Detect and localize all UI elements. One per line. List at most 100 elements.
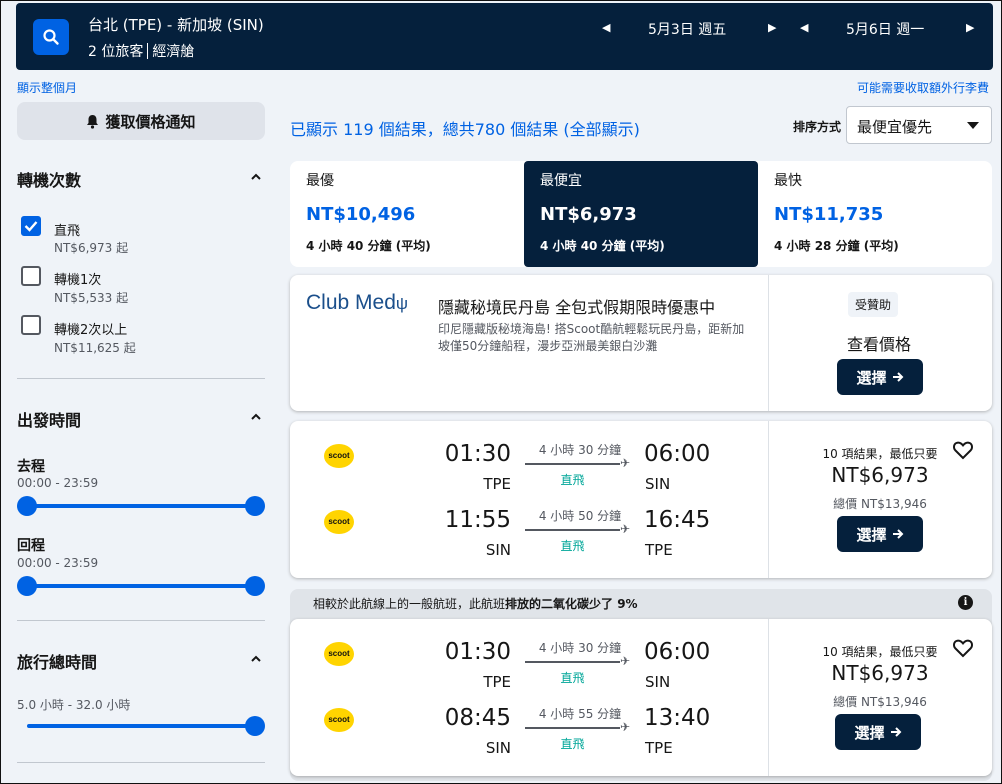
ad-select-button[interactable]: 選擇 [837, 359, 923, 395]
price-area: 10 項結果，最低只要 NT$6,973 總價 NT$13,946 選擇 [768, 619, 992, 776]
arrival-airport: SIN [645, 475, 671, 493]
check-icon [24, 221, 38, 232]
search-icon [43, 29, 59, 45]
outbound-leg: scoot 01:30 TPE 4 小時 30 分鐘 ✈ 直飛 06:00 SI… [290, 441, 768, 501]
divider [768, 275, 769, 411]
tab-label: 最快 [774, 173, 802, 189]
tab-label: 最便宜 [540, 173, 582, 189]
leg-duration: 4 小時 55 分鐘 [538, 707, 622, 721]
travellers-text: 2 位旅客 [88, 44, 144, 60]
stops-two-plus-checkbox[interactable] [21, 315, 41, 335]
select-label: 選擇 [854, 723, 885, 742]
sort-select[interactable]: 最便宜優先 [846, 106, 992, 144]
stops-option-price: NT$11,625 起 [54, 341, 136, 355]
duration-filter-title[interactable]: 旅行總時間 [17, 649, 97, 673]
info-icon[interactable]: i [958, 595, 973, 610]
select-label: 選擇 [856, 368, 887, 387]
separator [147, 43, 149, 59]
depart-next-icon[interactable]: ▶ [768, 21, 776, 34]
bell-icon [87, 114, 99, 129]
view-price-text: 查看價格 [847, 335, 912, 354]
price-alert-button[interactable]: 獲取價格通知 [17, 102, 265, 140]
tab-duration: 4 小時 28 分鐘 (平均) [774, 239, 899, 253]
arrival-airport: SIN [645, 673, 671, 691]
deals-count: 10 項結果，最低只要 [822, 645, 938, 659]
departure-time: 11:55 [444, 507, 511, 533]
sponsored-ad-card[interactable]: Club Medψ 隱藏秘境民丹島 全包式假期限時優惠中 印尼隱藏版秘境海島! … [290, 275, 992, 411]
leg-line [525, 463, 620, 465]
results-count-link[interactable]: 已顯示 119 個結果，總共780 個結果 (全部顯示) [290, 116, 640, 140]
ad-description: 印尼隱藏版秘境海島! 搭Scoot酷航輕鬆玩民丹島，距新加坡僅50分鐘船程，漫步… [438, 322, 745, 353]
eco-text-bold: 排放的二氧化碳少了 9% [505, 597, 638, 611]
show-month-link[interactable]: 顯示整個月 [17, 79, 77, 96]
tab-price: NT$11,735 [774, 204, 884, 225]
return-next-icon[interactable]: ▶ [966, 21, 974, 34]
return-date[interactable]: 5月6日 週一 [846, 19, 924, 39]
stops-filter-title[interactable]: 轉機次數 [17, 167, 81, 191]
tab-cheapest[interactable]: 最便宜 NT$6,973 4 小時 40 分鐘 (平均) [524, 161, 758, 267]
leg-duration: 4 小時 50 分鐘 [538, 509, 622, 523]
bag-fees-link[interactable]: 可能需要收取額外行李費 [857, 79, 989, 96]
outbound-slider-track[interactable] [27, 504, 255, 508]
plane-icon: ✈ [620, 456, 631, 470]
tab-best[interactable]: 最優 NT$10,496 4 小時 40 分鐘 (平均) [290, 161, 524, 267]
arrival-time: 13:40 [644, 705, 711, 731]
departure-time: 08:45 [444, 705, 511, 731]
divider [17, 762, 265, 763]
return-label: 回程 [17, 538, 45, 554]
cabin-text: 經濟艙 [152, 44, 195, 60]
total-price: 總價 NT$13,946 [833, 695, 927, 709]
scoot-logo: scoot [324, 510, 354, 534]
price-alert-label: 獲取價格通知 [105, 112, 196, 131]
leg-line [525, 529, 620, 531]
arrow-right-icon [892, 372, 903, 382]
total-price: 總價 NT$13,946 [833, 497, 927, 511]
outbound-leg: scoot 01:30 TPE 4 小時 30 分鐘 ✈ 直飛 06:00 SI… [290, 639, 768, 699]
leg-stops: 直飛 [560, 539, 585, 553]
chevron-up-icon[interactable] [249, 652, 263, 666]
stops-one-checkbox[interactable] [21, 266, 41, 286]
depart-prev-icon[interactable]: ◀ [602, 21, 610, 34]
flight-result-card[interactable]: scoot 01:30 TPE 4 小時 30 分鐘 ✈ 直飛 06:00 SI… [290, 421, 992, 578]
duration-slider-track[interactable] [27, 724, 255, 728]
arrival-airport: TPE [645, 739, 673, 757]
departure-airport: TPE [483, 475, 511, 493]
deals-count: 10 項結果，最低只要 [822, 447, 938, 461]
stops-option-price: NT$5,533 起 [54, 291, 129, 305]
leg-line [525, 727, 620, 729]
return-slider-track[interactable] [27, 584, 255, 588]
duration-slider-max-handle[interactable] [245, 716, 265, 736]
return-slider-min-handle[interactable] [17, 576, 37, 596]
outbound-slider-max-handle[interactable] [245, 496, 265, 516]
search-button[interactable] [33, 19, 69, 55]
route-text[interactable]: 台北 (TPE) - 新加坡 (SIN) [88, 14, 264, 35]
stops-direct-checkbox[interactable] [21, 216, 41, 236]
arrow-right-icon [892, 529, 903, 539]
travellers-cabin[interactable]: 2 位旅客 經濟艙 [88, 41, 194, 61]
flight-result-card[interactable]: scoot 01:30 TPE 4 小時 30 分鐘 ✈ 直飛 06:00 SI… [290, 619, 992, 776]
sort-label: 排序方式 [793, 120, 842, 134]
leg-stops: 直飛 [560, 671, 585, 685]
sort-value: 最便宜優先 [857, 118, 933, 136]
return-leg: scoot 08:45 SIN 4 小時 55 分鐘 ✈ 直飛 13:40 TP… [290, 705, 768, 765]
leg-duration: 4 小時 30 分鐘 [538, 641, 622, 655]
clubmed-logo: Club Medψ [306, 291, 408, 315]
flight-price: NT$6,973 [831, 661, 929, 685]
eco-banner-text: 相較於此航線上的一般航班，此航班排放的二氧化碳少了 9% [313, 595, 638, 612]
flight-select-button[interactable]: 選擇 [837, 516, 923, 552]
departure-time: 01:30 [444, 441, 511, 467]
return-slider-max-handle[interactable] [245, 576, 265, 596]
return-prev-icon[interactable]: ◀ [800, 21, 808, 34]
departure-airport: SIN [485, 541, 511, 559]
departure-filter-title[interactable]: 出發時間 [17, 407, 81, 431]
tab-fastest[interactable]: 最快 NT$11,735 4 小時 28 分鐘 (平均) [758, 161, 992, 267]
depart-date[interactable]: 5月3日 週五 [648, 19, 726, 39]
leg-line [525, 661, 620, 663]
flight-select-button[interactable]: 選擇 [835, 714, 921, 750]
select-label: 選擇 [856, 525, 887, 544]
outbound-slider-min-handle[interactable] [17, 496, 37, 516]
leg-stops: 直飛 [560, 473, 585, 487]
chevron-up-icon[interactable] [249, 170, 263, 184]
search-summary-bar[interactable]: 台北 (TPE) - 新加坡 (SIN) 2 位旅客 經濟艙 ◀ 5月3日 週五 … [16, 3, 993, 70]
chevron-up-icon[interactable] [249, 410, 263, 424]
